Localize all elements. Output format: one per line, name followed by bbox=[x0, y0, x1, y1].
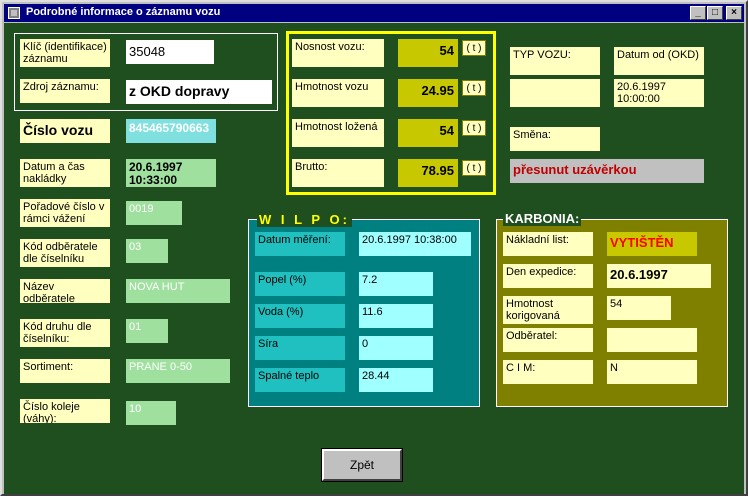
status-badge: přesunut uzávěrkou bbox=[510, 159, 704, 183]
klic-value: 35048 bbox=[126, 40, 214, 64]
window-icon bbox=[8, 7, 20, 19]
datum-od-value: 20.6.1997 10:00:00 bbox=[614, 79, 704, 107]
nakladni-list-label: Nákladní list: bbox=[503, 232, 593, 256]
title-bar[interactable]: Podrobné informace o záznamu vozu _ □ × bbox=[4, 4, 744, 22]
spalne-teplo-label: Spalné teplo bbox=[255, 368, 345, 392]
cislo-vozu-value: 845465790663 bbox=[126, 119, 216, 143]
klic-label: Klíč (identifikace) záznamu bbox=[20, 39, 110, 67]
voda-label: Voda (%) bbox=[255, 304, 345, 328]
kod-odberatele-label: Kód odběratele dle číselníku bbox=[20, 239, 110, 267]
wilpo-title: W I L P O: bbox=[257, 212, 352, 227]
hmotnost-unit: ( t ) bbox=[462, 80, 486, 96]
odberatel-label: Odběratel: bbox=[503, 328, 593, 352]
nosnost-value: 54 bbox=[398, 39, 458, 67]
maximize-button[interactable]: □ bbox=[707, 6, 723, 20]
nazev-odberatele-label: Název odběratele bbox=[20, 279, 110, 303]
poradove-label: Pořadové číslo v rámci vážení bbox=[20, 199, 110, 227]
karbonia-title: KARBONIA: bbox=[503, 211, 582, 226]
zdroj-label: Zdroj záznamu: bbox=[20, 79, 110, 103]
brutto-unit: ( t ) bbox=[462, 160, 486, 176]
brutto-label: Brutto: bbox=[292, 159, 384, 187]
typ-vozu-label: TYP VOZU: bbox=[510, 47, 600, 75]
hmotnost-label: Hmotnost vozu bbox=[292, 79, 384, 107]
nakladni-list-value: VYTIŠTĚN bbox=[607, 232, 697, 256]
sortiment-label: Sortiment: bbox=[20, 359, 110, 383]
brutto-value: 78.95 bbox=[398, 159, 458, 187]
hmotnost-korigovana-label: Hmotnost korigovaná bbox=[503, 296, 593, 324]
hmotnost-korigovana-value: 54 bbox=[607, 296, 671, 320]
spalne-teplo-value: 28.44 bbox=[359, 368, 433, 392]
smena-label: Směna: bbox=[510, 127, 600, 151]
den-expedice-value: 20.6.1997 bbox=[607, 264, 711, 288]
zpet-button[interactable]: Zpět bbox=[321, 448, 403, 482]
karbonia-panel: KARBONIA: Nákladní list: VYTIŠTĚN Den ex… bbox=[496, 211, 728, 407]
close-button[interactable]: × bbox=[726, 6, 742, 20]
den-expedice-label: Den expedice: bbox=[503, 264, 593, 288]
odberatel-value bbox=[607, 328, 697, 352]
cislo-koleje-value: 10 bbox=[126, 401, 176, 425]
lozena-value: 54 bbox=[398, 119, 458, 147]
popel-label: Popel (%) bbox=[255, 272, 345, 296]
cim-label: C I M: bbox=[503, 360, 593, 384]
lozena-unit: ( t ) bbox=[462, 120, 486, 136]
wilpo-datum-value: 20.6.1997 10:38:00 bbox=[359, 232, 471, 256]
form-body: Klíč (identifikace) záznamu 35048 Zdroj … bbox=[4, 23, 744, 494]
typ-vozu-value bbox=[510, 79, 600, 107]
poradove-value: 0019 bbox=[126, 201, 182, 225]
nosnost-unit: ( t ) bbox=[462, 40, 486, 56]
sira-value: 0 bbox=[359, 336, 433, 360]
kod-druhu-label: Kód druhu dle číselníku: bbox=[20, 319, 110, 347]
minimize-button[interactable]: _ bbox=[690, 6, 706, 20]
sira-label: Síra bbox=[255, 336, 345, 360]
cim-value: N bbox=[607, 360, 697, 384]
nosnost-label: Nosnost vozu: bbox=[292, 39, 384, 67]
voda-value: 11.6 bbox=[359, 304, 433, 328]
hmotnost-value: 24.95 bbox=[398, 79, 458, 107]
zdroj-value: z OKD dopravy bbox=[126, 80, 272, 104]
wilpo-panel: W I L P O: Datum měření: 20.6.1997 10:38… bbox=[248, 212, 480, 407]
sortiment-value: PRANE 0-50 bbox=[126, 359, 230, 383]
cislo-vozu-label: Číslo vozu bbox=[20, 119, 110, 143]
window-title: Podrobné informace o záznamu vozu bbox=[26, 6, 221, 18]
datum-od-label: Datum od (OKD) bbox=[614, 47, 704, 75]
nazev-odberatele-value: NOVA HUT bbox=[126, 279, 230, 303]
kod-odberatele-value: 03 bbox=[126, 239, 168, 263]
lozena-label: Hmotnost ložená bbox=[292, 119, 384, 147]
kod-druhu-value: 01 bbox=[126, 319, 168, 343]
datum-label: Datum a čas nakládky bbox=[20, 159, 110, 187]
popel-value: 7.2 bbox=[359, 272, 433, 296]
app-window: Podrobné informace o záznamu vozu _ □ × … bbox=[0, 0, 748, 496]
wilpo-datum-label: Datum měření: bbox=[255, 232, 345, 256]
datum-value: 20.6.1997 10:33:00 bbox=[126, 159, 216, 187]
cislo-koleje-label: Číslo koleje (váhy): bbox=[20, 399, 110, 423]
